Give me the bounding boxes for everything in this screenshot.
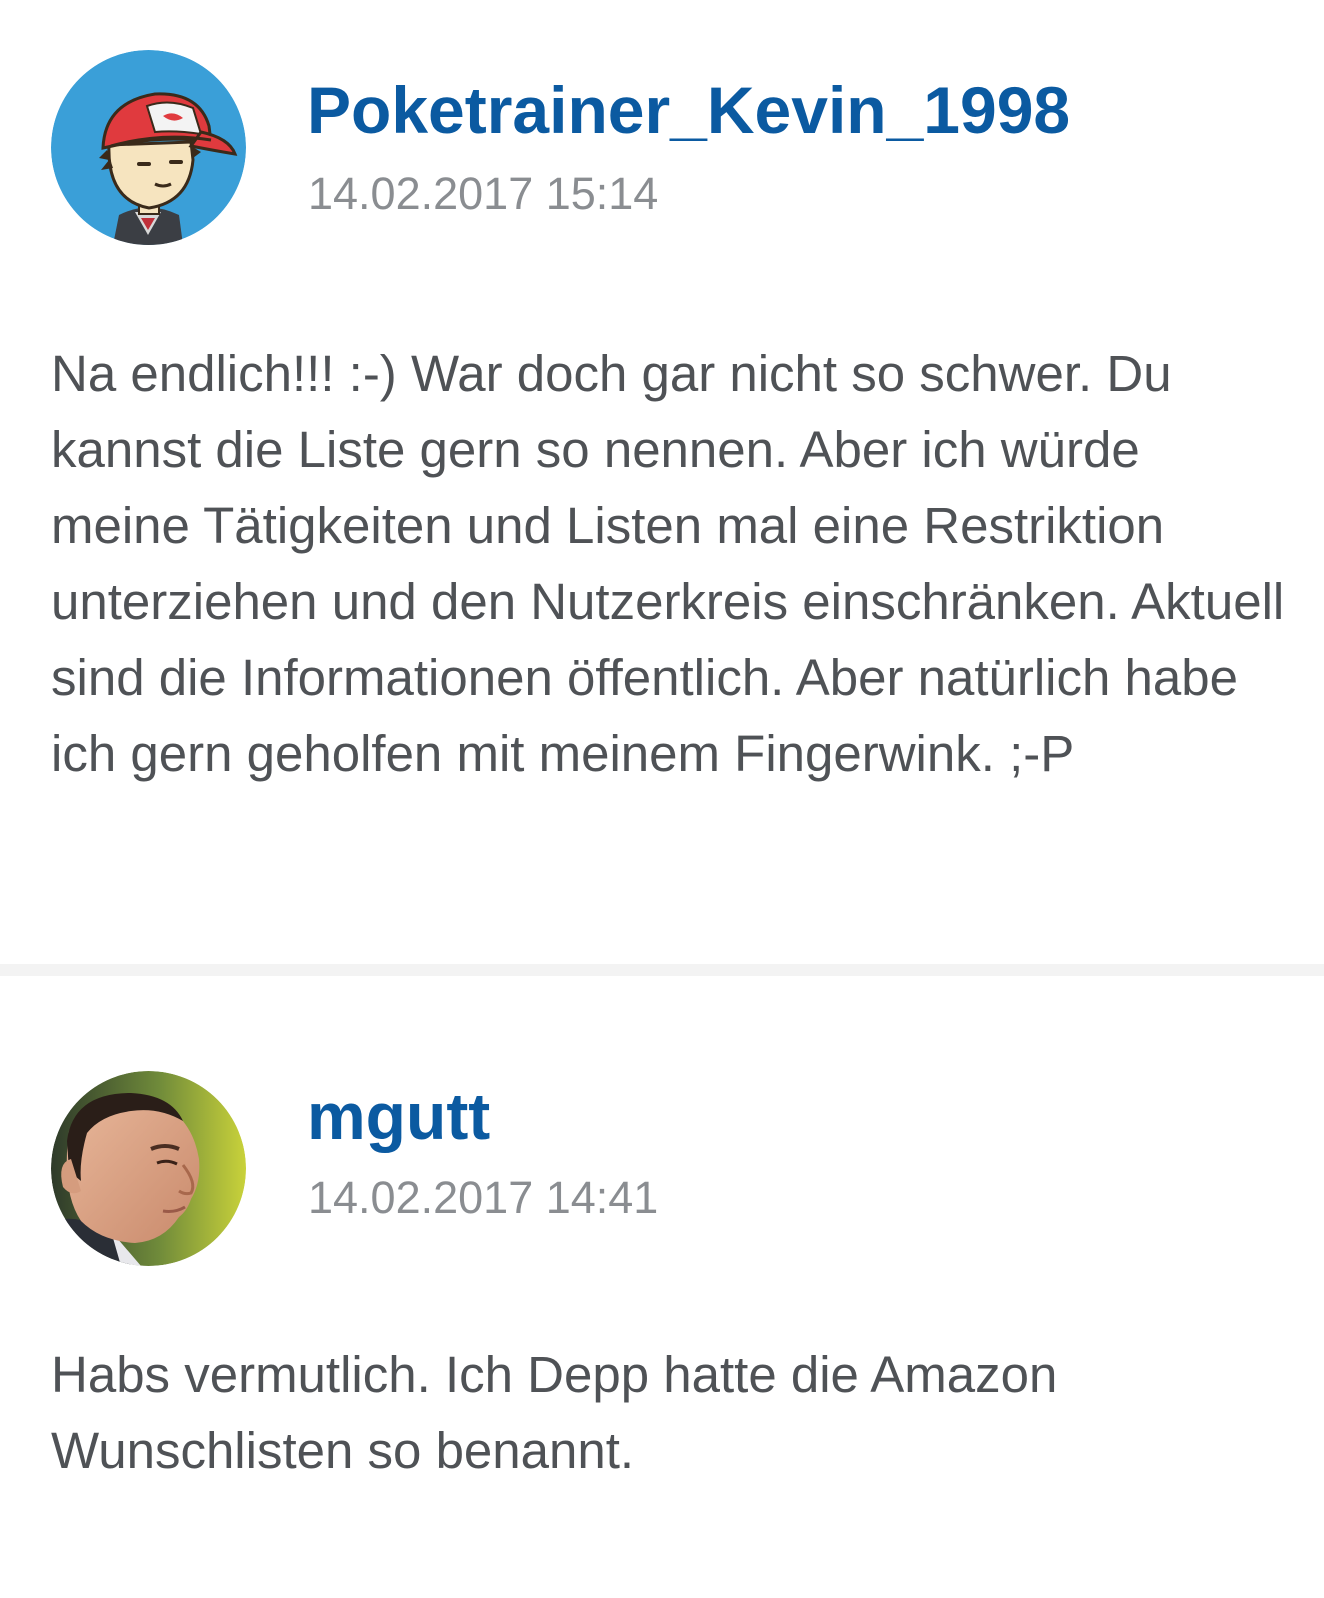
comment-timestamp: 14.02.2017 14:41 [308,1172,659,1223]
comment-text: Habs vermutlich. Ich Depp hatte die Amaz… [51,1346,1058,1479]
profile-photo-avatar-icon [51,1071,246,1266]
comment-item: Poketrainer_Kevin_1998 14.02.2017 15:14 … [0,0,1324,964]
comment-divider [0,964,1324,976]
username-link[interactable]: Poketrainer_Kevin_1998 [307,70,1070,150]
cartoon-trainer-avatar-icon [51,50,246,245]
comment-timestamp: 14.02.2017 15:14 [308,168,659,219]
username-link[interactable]: mgutt [307,1076,490,1156]
comment-item: mgutt 14.02.2017 14:41 Habs vermutlich. … [0,976,1324,1598]
comment-text: Na endlich!!! :-) War doch gar nicht so … [51,345,1285,782]
user-avatar[interactable] [51,1071,246,1266]
user-avatar[interactable] [51,50,246,245]
